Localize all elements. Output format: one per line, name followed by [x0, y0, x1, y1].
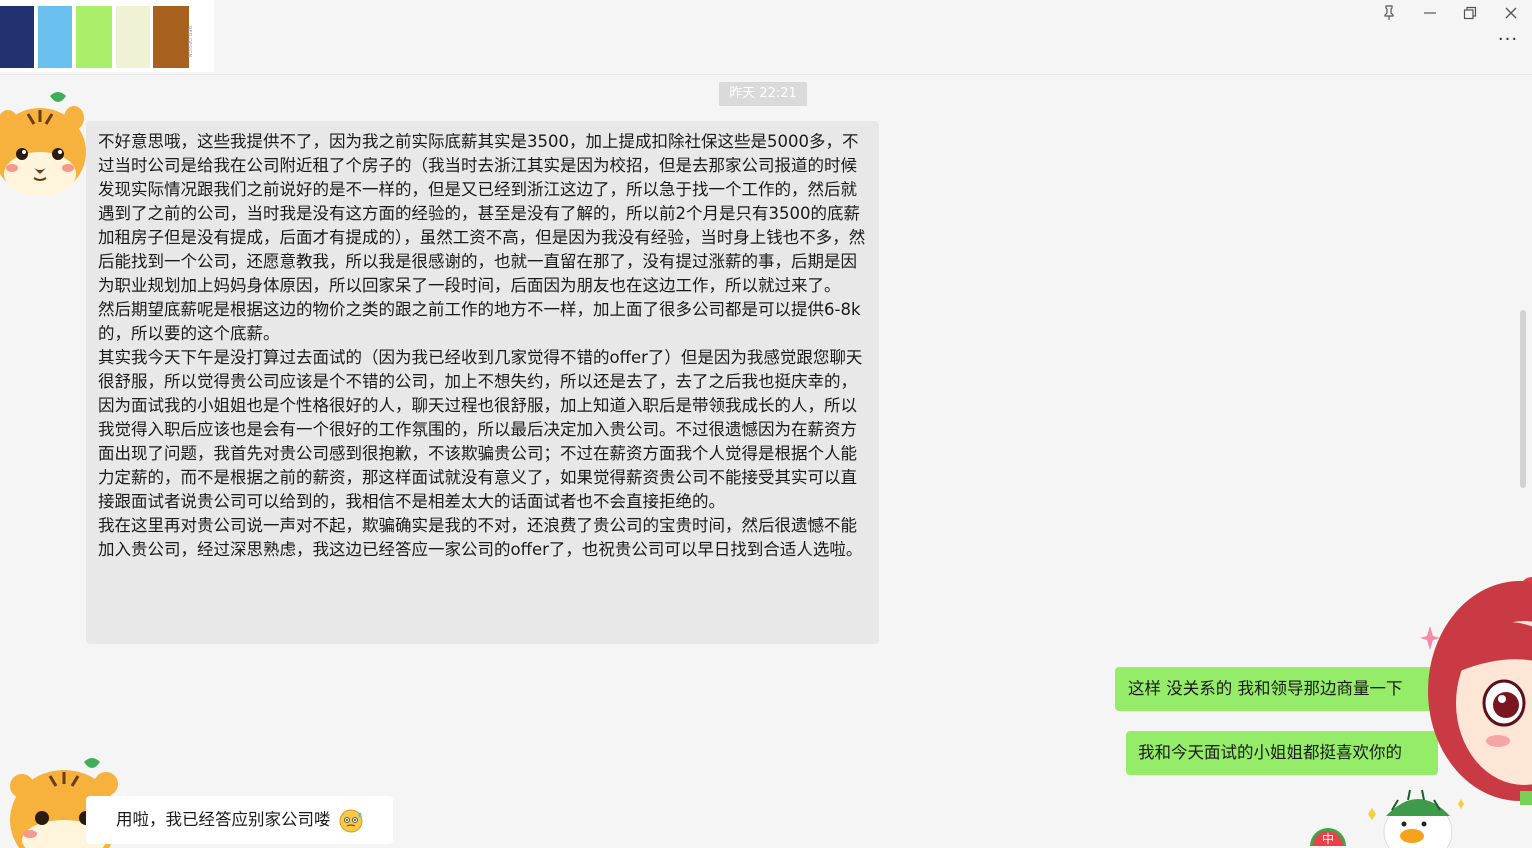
contact-avatar-tiger[interactable]	[0, 88, 90, 200]
color-palette-image: RED DESIGN	[0, 0, 214, 72]
palette-caption: RED DESIGN	[186, 26, 192, 58]
more-icon: ···	[1497, 29, 1519, 50]
title-bar: RED DESIGN ···	[0, 0, 1532, 75]
close-icon	[1505, 7, 1517, 19]
watermelon-label: 中	[1322, 831, 1334, 846]
message-bubble-outgoing[interactable]: 这样 没关系的 我和领导那边商量一下	[1115, 667, 1445, 711]
restore-icon	[1463, 6, 1477, 20]
swatch-cream	[116, 6, 150, 68]
restore-button[interactable]	[1456, 2, 1484, 24]
watermelon-sticker-icon: 中	[1310, 828, 1346, 846]
message-text: 用啦，我已经答应别家公司喽	[116, 810, 331, 829]
duck-sticker-image	[1368, 789, 1464, 848]
pin-button[interactable]	[1375, 2, 1403, 24]
girl-sticker-image	[1428, 577, 1532, 805]
minimize-button[interactable]	[1416, 2, 1444, 24]
swatch-sky-blue	[38, 6, 72, 68]
swatch-lime-green	[76, 6, 112, 68]
pin-icon	[1384, 5, 1394, 20]
chat-scrollbar[interactable]	[1520, 310, 1526, 488]
sweat-smile-emoji-icon	[339, 809, 363, 832]
swatch-navy	[0, 6, 34, 68]
more-options-button[interactable]: ···	[1496, 31, 1520, 50]
message-text: 我和今天面试的小姐姐都挺喜欢你的	[1138, 743, 1402, 762]
message-bubble-incoming[interactable]: 不好意思哦，这些我提供不了，因为我之前实际底薪其实是3500，加上提成扣除社保这…	[86, 121, 879, 644]
message-text: 不好意思哦，这些我提供不了，因为我之前实际底薪其实是3500，加上提成扣除社保这…	[98, 132, 866, 559]
minimize-icon	[1424, 12, 1436, 14]
message-bubble-outgoing[interactable]: 我和今天面试的小姐姐都挺喜欢你的	[1126, 731, 1438, 775]
message-timestamp: 昨天 22:21	[719, 82, 807, 106]
swatch-brown	[153, 6, 189, 68]
close-button[interactable]	[1497, 2, 1525, 24]
message-bubble-incoming[interactable]: 用啦，我已经答应别家公司喽	[86, 796, 393, 844]
message-text: 这样 没关系的 我和领导那边商量一下	[1128, 679, 1403, 698]
